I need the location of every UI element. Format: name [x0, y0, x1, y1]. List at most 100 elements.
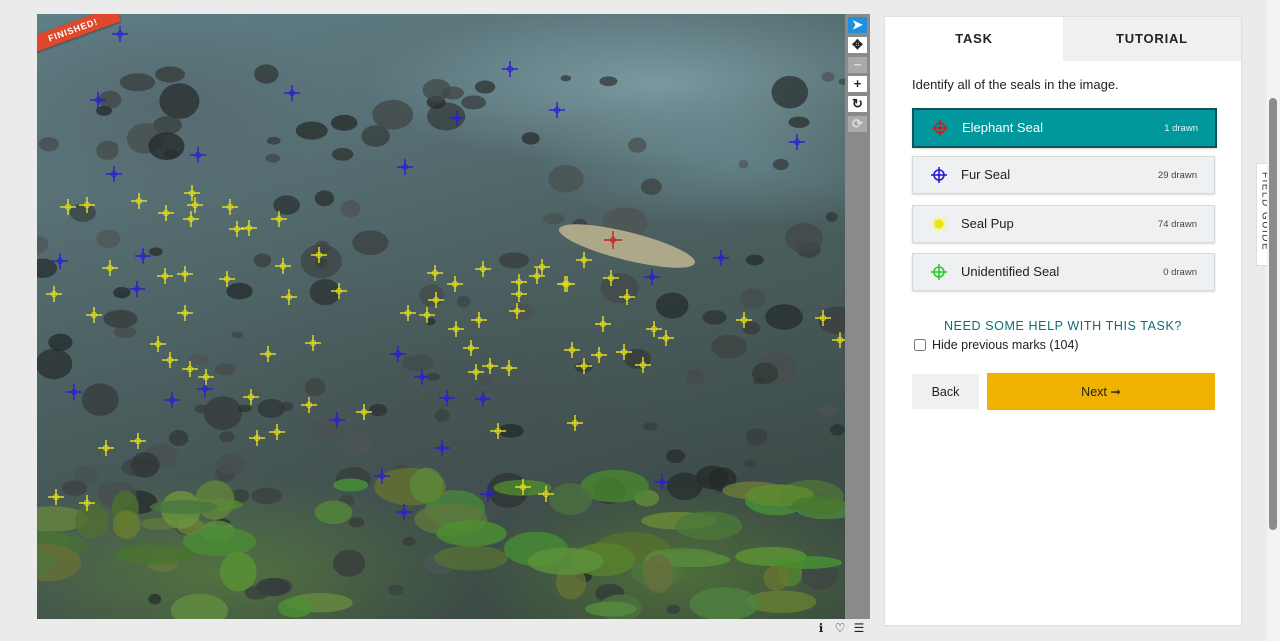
fur-seal-mark — [502, 61, 518, 77]
seal-pup-mark — [219, 271, 235, 287]
answer-label: Seal Pup — [961, 216, 1014, 231]
seal-pup-mark — [471, 312, 487, 328]
fur-seal-mark — [329, 412, 345, 428]
answer-count: 29 drawn — [1157, 170, 1197, 181]
fur-seal-mark — [90, 92, 106, 108]
seal-pup-mark — [482, 358, 498, 374]
answer-unidentified-seal[interactable]: Unidentified Seal 0 drawn — [912, 253, 1215, 291]
seal-pup-mark — [509, 303, 525, 319]
seal-pup-mark — [184, 185, 200, 201]
answer-seal-pup[interactable]: Seal Pup 74 drawn — [912, 205, 1215, 243]
seal-pup-mark — [419, 307, 435, 323]
seal-pup-mark — [658, 330, 674, 346]
seal-pup-mark — [86, 307, 102, 323]
seal-pup-mark — [243, 389, 259, 405]
seal-pup-mark — [187, 197, 203, 213]
reset-icon[interactable]: ⟳ — [848, 116, 867, 132]
seal-pup-mark — [576, 358, 592, 374]
seal-pup-mark — [301, 397, 317, 413]
heart-icon[interactable]: ♡ — [833, 621, 847, 635]
fur-seal-mark — [449, 110, 465, 126]
seal-pup-mark — [815, 310, 831, 326]
seal-pup-mark — [501, 360, 517, 376]
hide-marks-label: Hide previous marks (104) — [932, 338, 1079, 352]
fur-seal-mark — [434, 440, 450, 456]
seal-pup-mark — [269, 424, 285, 440]
seal-pup-mark — [448, 321, 464, 337]
answer-fur-seal[interactable]: Fur Seal 29 drawn — [912, 156, 1215, 194]
dot-icon — [932, 217, 946, 231]
seal-pup-mark — [400, 305, 416, 321]
help-link[interactable]: NEED SOME HELP WITH THIS TASK? — [885, 319, 1241, 333]
answer-label: Elephant Seal — [962, 120, 1043, 135]
hide-marks-checkbox[interactable] — [914, 339, 926, 351]
seal-pup-mark — [567, 415, 583, 431]
seal-pup-mark — [130, 433, 146, 449]
marks-layer[interactable] — [37, 14, 845, 619]
seal-pup-mark — [427, 265, 443, 281]
seal-pup-mark — [79, 495, 95, 511]
fur-seal-mark — [284, 85, 300, 101]
answer-label: Fur Seal — [961, 167, 1011, 182]
tab-tutorial[interactable]: TUTORIAL — [1063, 17, 1241, 61]
info-icon[interactable]: ℹ — [814, 621, 828, 635]
answer-elephant-seal[interactable]: Elephant Seal 1 drawn — [912, 108, 1217, 148]
seal-pup-mark — [475, 261, 491, 277]
seal-pup-mark — [229, 221, 245, 237]
fur-seal-mark — [52, 253, 68, 269]
tab-task[interactable]: TASK — [885, 17, 1063, 61]
seal-pup-mark — [48, 489, 64, 505]
next-button[interactable]: Next ➞ — [987, 373, 1215, 410]
plus-icon[interactable]: + — [848, 76, 867, 92]
fur-seal-mark — [374, 468, 390, 484]
seal-pup-mark — [275, 258, 291, 274]
answer-count: 74 drawn — [1157, 219, 1197, 230]
seal-pup-mark — [511, 286, 527, 302]
fur-seal-mark — [439, 390, 455, 406]
seal-pup-mark — [222, 199, 238, 215]
seal-pup-mark — [60, 199, 76, 215]
seal-pup-mark — [646, 321, 662, 337]
page-scrollbar[interactable] — [1267, 0, 1280, 641]
seal-pup-mark — [177, 305, 193, 321]
seal-pup-mark — [158, 205, 174, 221]
fur-seal-mark — [480, 486, 496, 502]
crosshair-icon — [931, 167, 947, 183]
seal-pup-mark — [616, 344, 632, 360]
hide-previous-marks[interactable]: Hide previous marks (104) — [914, 338, 1079, 352]
fur-seal-mark — [654, 474, 670, 490]
minus-icon[interactable]: − — [848, 57, 867, 73]
seal-pup-mark — [564, 342, 580, 358]
fur-seal-mark — [397, 159, 413, 175]
fur-seal-mark — [475, 391, 491, 407]
seal-pup-mark — [557, 276, 573, 292]
collections-icon[interactable]: ☰ — [852, 621, 866, 635]
seal-pup-mark — [356, 404, 372, 420]
fur-seal-mark — [713, 250, 729, 266]
seal-pup-mark — [79, 197, 95, 213]
scrollbar-thumb[interactable] — [1269, 98, 1277, 530]
seal-pup-mark — [98, 440, 114, 456]
pointer-icon[interactable]: ➤ — [848, 17, 867, 33]
seal-pup-mark — [591, 347, 607, 363]
seal-pup-mark — [157, 268, 173, 284]
move-arrows-icon[interactable]: ✥ — [848, 37, 867, 53]
seal-pup-mark — [832, 332, 845, 348]
answer-count: 0 drawn — [1163, 267, 1197, 278]
rotate-icon[interactable]: ↻ — [848, 96, 867, 112]
back-button[interactable]: Back — [912, 374, 979, 409]
subject-image[interactable]: FINISHED! — [37, 14, 845, 619]
seal-pup-mark — [46, 286, 62, 302]
seal-pup-mark — [183, 211, 199, 227]
seal-pup-mark — [736, 312, 752, 328]
crosshair-icon — [932, 120, 948, 136]
fur-seal-mark — [190, 147, 206, 163]
fur-seal-mark — [789, 134, 805, 150]
fur-seal-mark — [390, 346, 406, 362]
fur-seal-mark — [549, 102, 565, 118]
fur-seal-mark — [66, 384, 82, 400]
fur-seal-mark — [164, 392, 180, 408]
seal-pup-mark — [515, 479, 531, 495]
seal-pup-mark — [576, 252, 592, 268]
seal-pup-mark — [182, 361, 198, 377]
